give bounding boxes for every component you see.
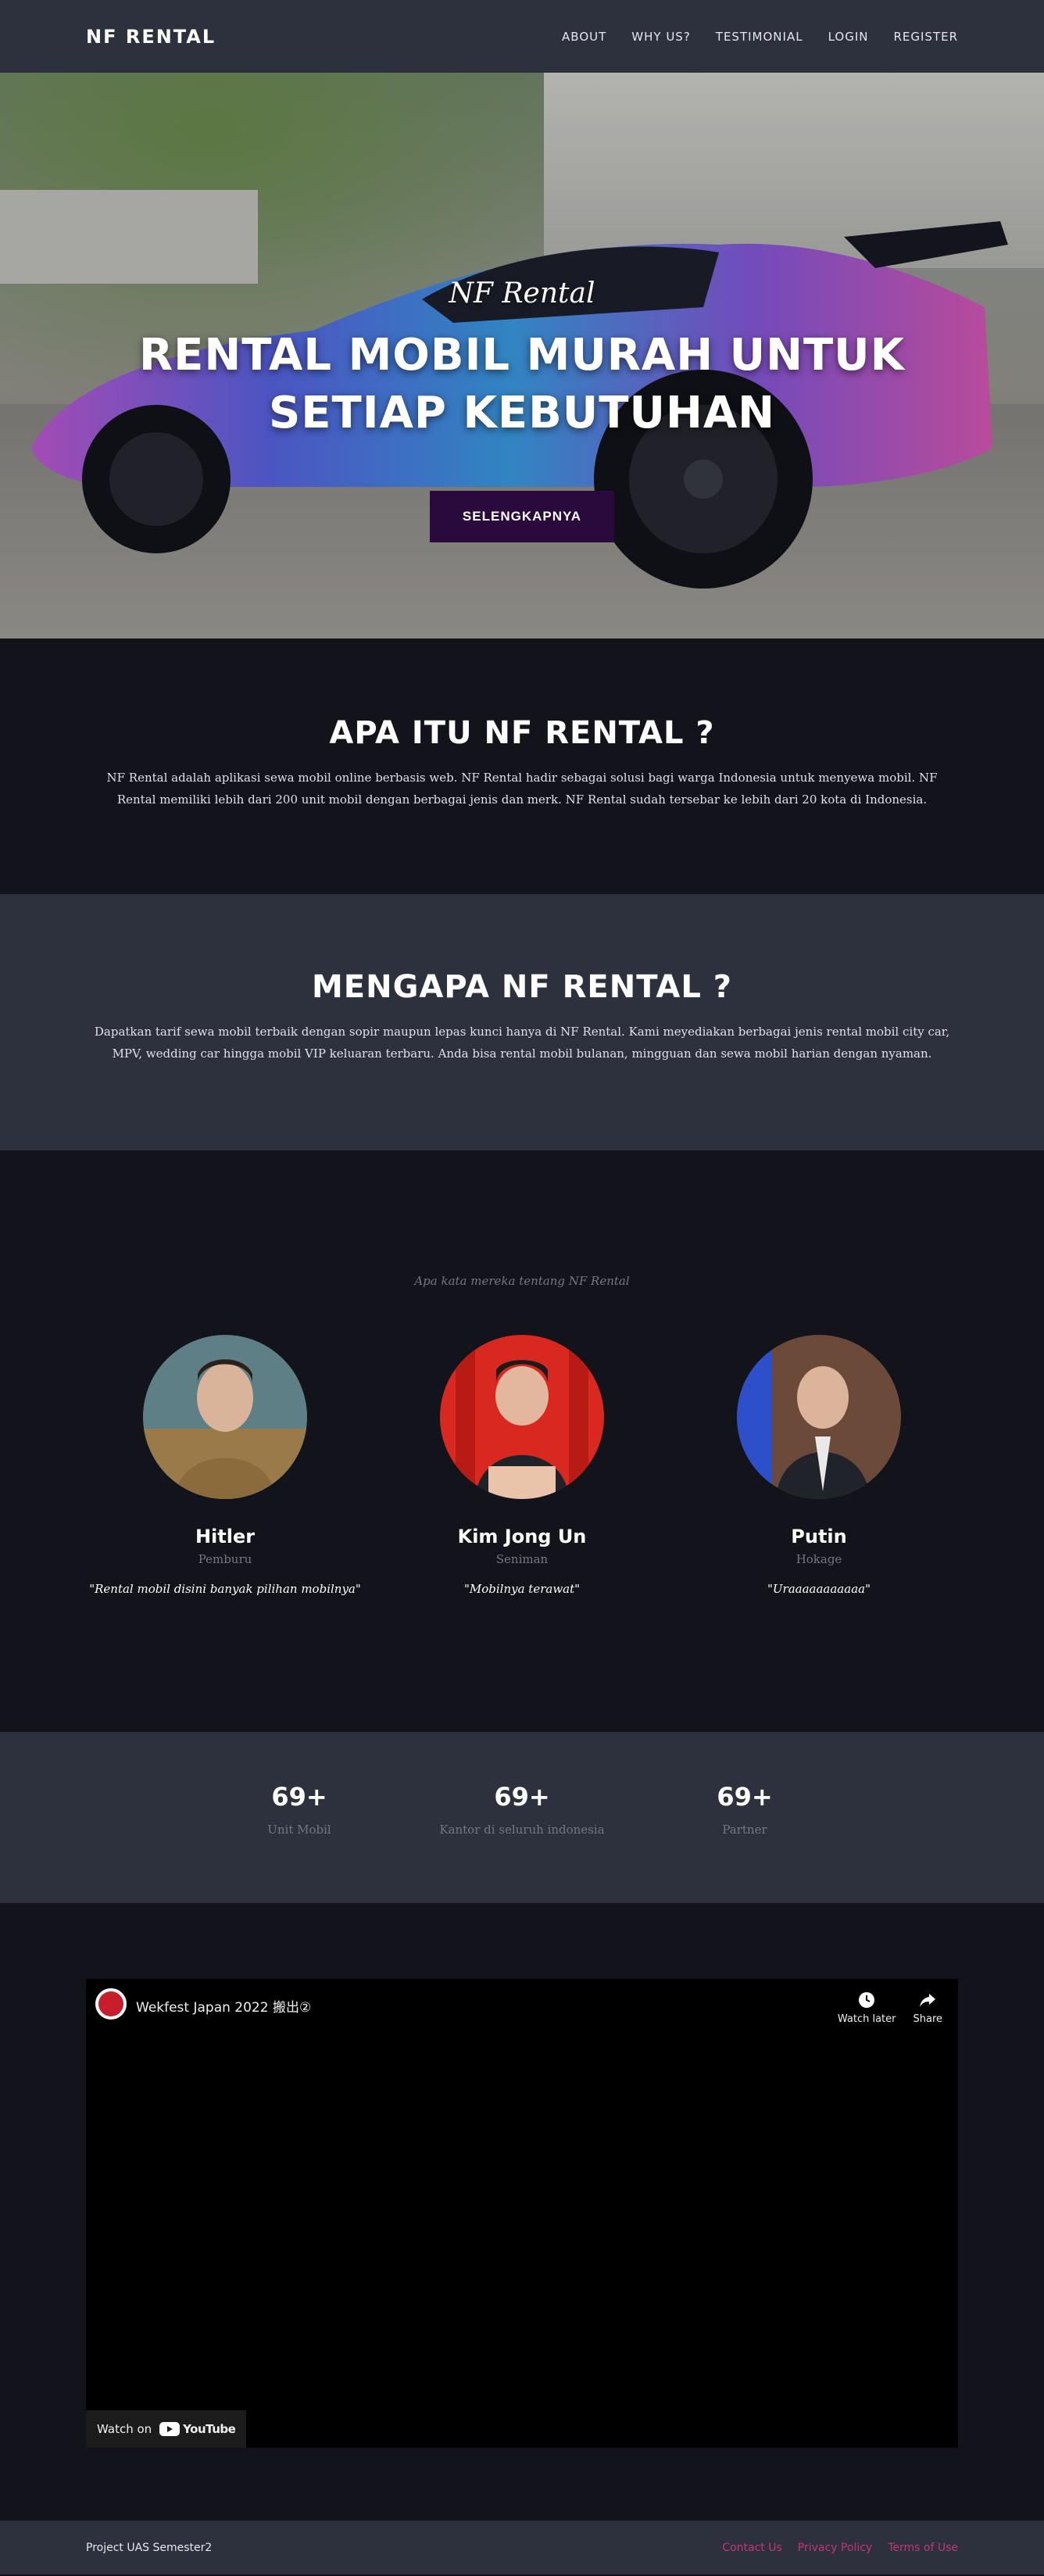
testimonial-role: Hokage bbox=[796, 1552, 842, 1566]
stat-number: 69+ bbox=[717, 1782, 773, 1812]
testimonial-name: Hitler bbox=[195, 1526, 256, 1547]
testimonial-quote: "Mobilnya terawat" bbox=[463, 1582, 581, 1596]
hero-section: NF Rental RENTAL MOBIL MURAH UNTUK SETIA… bbox=[0, 73, 1044, 639]
avatar bbox=[440, 1335, 604, 1499]
testimonial-card: Kim Jong Un Seniman "Mobilnya terawat" bbox=[385, 1335, 659, 1596]
stats-section: 69+ Unit Mobil 69+ Kantor di seluruh ind… bbox=[0, 1732, 1044, 1903]
youtube-play-icon bbox=[159, 2422, 181, 2436]
stat-item: 69+ Kantor di seluruh indonesia bbox=[411, 1782, 634, 1903]
about-heading: APA ITU NF RENTAL ? bbox=[329, 715, 715, 751]
footer-links: Contact Us Privacy Policy Terms of Use bbox=[722, 2542, 958, 2554]
testimonial-role: Pemburu bbox=[198, 1552, 252, 1566]
video-title[interactable]: Wekfest Japan 2022 搬出② bbox=[136, 1996, 311, 2016]
youtube-embed[interactable]: Wekfest Japan 2022 搬出② Watch later Share… bbox=[86, 1979, 958, 2448]
testimonial-quote: "Rental mobil disini banyak pilihan mobi… bbox=[89, 1582, 361, 1596]
testimonial-section: Apa kata mereka tentang NF Rental Hitler… bbox=[0, 1150, 1044, 1732]
testimonial-card: Hitler Pemburu "Rental mobil disini bany… bbox=[88, 1335, 362, 1596]
learn-more-button[interactable]: SELENGKAPNYA bbox=[429, 491, 615, 542]
video-section: Wekfest Japan 2022 搬出② Watch later Share… bbox=[0, 1903, 1044, 2521]
share-icon bbox=[917, 1990, 938, 2010]
watch-later-button[interactable]: Watch later bbox=[838, 1990, 896, 2025]
testimonial-name: Putin bbox=[791, 1526, 847, 1547]
avatar bbox=[143, 1335, 307, 1499]
avatar bbox=[737, 1335, 901, 1499]
testimonial-card: Putin Hokage "Uraaaaaaaaaaa" bbox=[682, 1335, 956, 1596]
nav-about[interactable]: ABOUT bbox=[562, 30, 606, 44]
stat-label: Partner bbox=[722, 1823, 767, 1837]
testimonial-list: Hitler Pemburu "Rental mobil disini bany… bbox=[88, 1335, 956, 1596]
testimonial-caption: Apa kata mereka tentang NF Rental bbox=[414, 1274, 630, 1288]
testimonial-name: Kim Jong Un bbox=[457, 1526, 587, 1547]
testimonial-role: Seniman bbox=[495, 1552, 549, 1566]
channel-avatar[interactable] bbox=[95, 1988, 127, 2020]
about-text: NF Rental adalah aplikasi sewa mobil onl… bbox=[106, 771, 938, 807]
footer-project-label: Project UAS Semester2 bbox=[86, 2541, 213, 2554]
stat-item: 69+ Partner bbox=[634, 1782, 856, 1903]
footer-contact-link[interactable]: Contact Us bbox=[722, 2542, 781, 2554]
youtube-logo: YouTube bbox=[159, 2422, 236, 2436]
testimonial-quote: "Uraaaaaaaaaaa" bbox=[767, 1582, 871, 1596]
why-text: Dapatkan tarif sewa mobil terbaik dengan… bbox=[94, 1025, 950, 1061]
video-actions: Watch later Share bbox=[838, 1990, 942, 2025]
nav-login[interactable]: LOGIN bbox=[828, 30, 869, 44]
footer-privacy-link[interactable]: Privacy Policy bbox=[798, 2542, 872, 2554]
stat-label: Kantor di seluruh indonesia bbox=[439, 1823, 605, 1837]
why-heading: MENGAPA NF RENTAL ? bbox=[311, 969, 732, 1005]
hero-content: NF Rental RENTAL MOBIL MURAH UNTUK SETIA… bbox=[0, 277, 1044, 542]
hero-subtitle: NF Rental bbox=[449, 277, 595, 309]
nav-links: ABOUT WHY US? TESTIMONIAL LOGIN REGISTER bbox=[562, 30, 958, 44]
nav-testimonial[interactable]: TESTIMONIAL bbox=[716, 30, 803, 44]
watch-on-label: Watch on bbox=[97, 2422, 152, 2436]
footer-terms-link[interactable]: Terms of Use bbox=[888, 2542, 958, 2554]
nav-why-us[interactable]: WHY US? bbox=[631, 30, 691, 44]
nav-register[interactable]: REGISTER bbox=[893, 30, 958, 44]
watch-on-youtube-button[interactable]: Watch on YouTube bbox=[86, 2410, 247, 2448]
why-section: MENGAPA NF RENTAL ? Dapatkan tarif sewa … bbox=[0, 894, 1044, 1150]
stat-item: 69+ Unit Mobil bbox=[188, 1782, 411, 1903]
hero-title: RENTAL MOBIL MURAH UNTUK SETIAP KEBUTUHA… bbox=[138, 330, 906, 438]
brand-logo[interactable]: NF RENTAL bbox=[86, 26, 216, 48]
clock-icon bbox=[856, 1990, 877, 2010]
about-section: APA ITU NF RENTAL ? NF Rental adalah apl… bbox=[0, 639, 1044, 894]
footer: Project UAS Semester2 Contact Us Privacy… bbox=[0, 2521, 1044, 2574]
share-button[interactable]: Share bbox=[913, 1990, 942, 2025]
stat-label: Unit Mobil bbox=[267, 1823, 331, 1837]
navbar: NF RENTAL ABOUT WHY US? TESTIMONIAL LOGI… bbox=[0, 0, 1044, 73]
video-header: Wekfest Japan 2022 搬出② bbox=[86, 1979, 958, 2041]
stat-number: 69+ bbox=[271, 1782, 327, 1812]
stat-number: 69+ bbox=[494, 1782, 550, 1812]
